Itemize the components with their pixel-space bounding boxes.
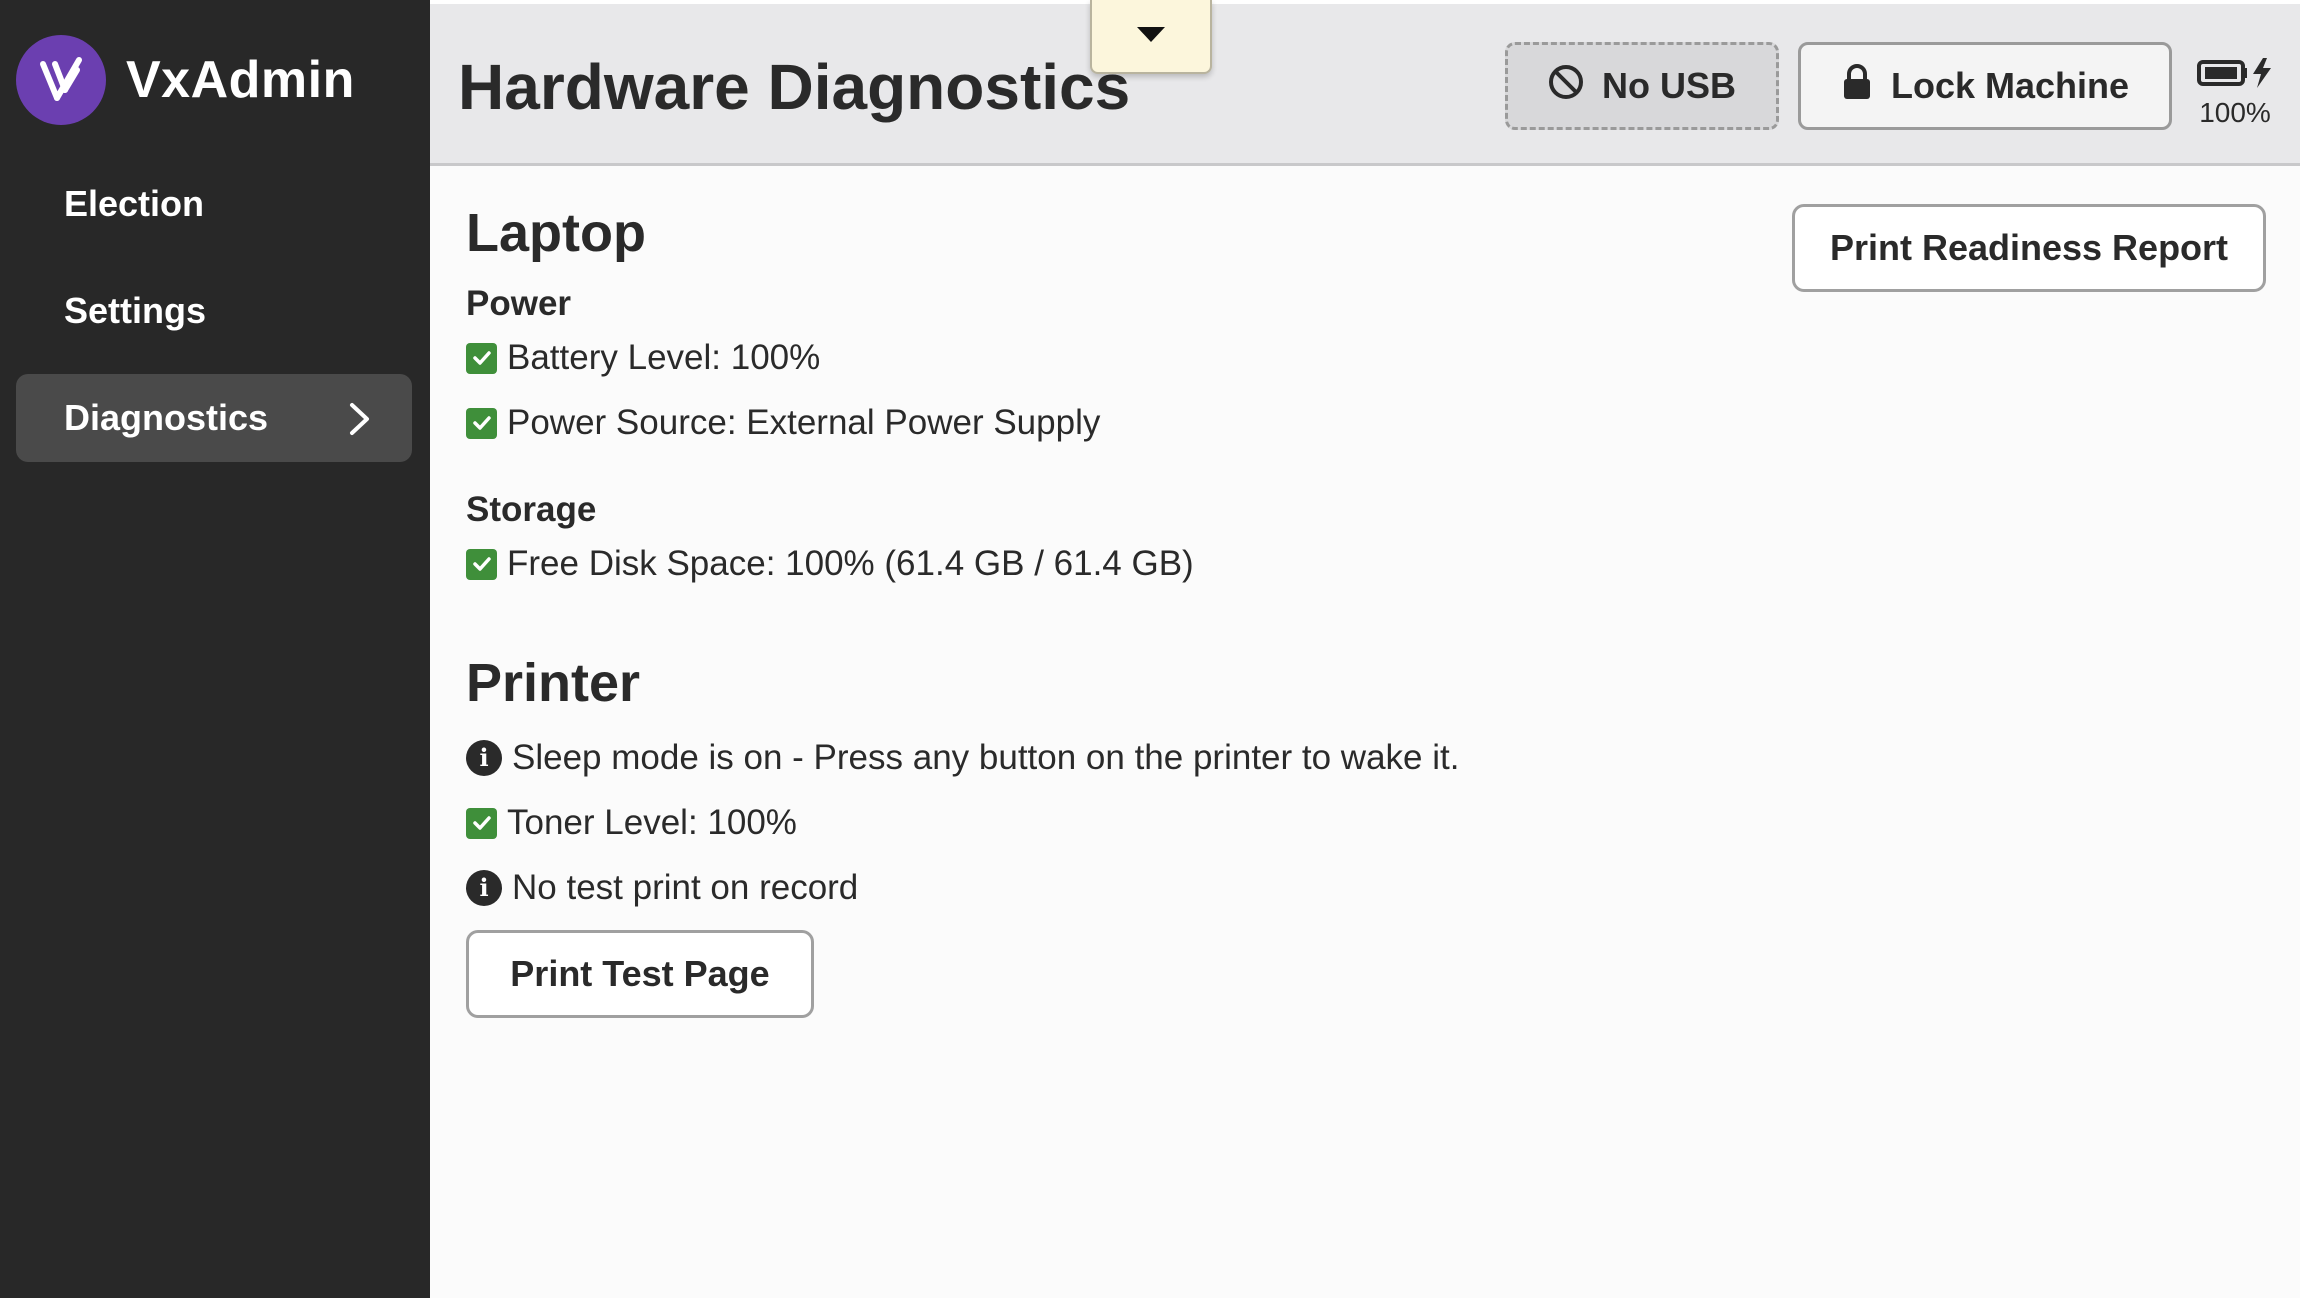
check-icon (466, 407, 497, 439)
printer-sleep-status: i Sleep mode is on - Press any button on… (466, 738, 1459, 778)
check-icon (466, 548, 497, 580)
vx-logo-icon (16, 35, 106, 125)
no-entry-icon (1548, 64, 1584, 109)
check-icon (466, 807, 497, 839)
free-disk-space-status: Free Disk Space: 100% (61.4 GB / 61.4 GB… (466, 544, 1194, 584)
laptop-section-title: Laptop (466, 203, 646, 263)
test-print-status: i No test print on record (466, 868, 858, 908)
print-readiness-report-label: Print Readiness Report (1829, 227, 2229, 268)
print-test-page-button[interactable]: Print Test Page (466, 930, 814, 1018)
info-icon: i (466, 740, 502, 776)
battery-level-text: Battery Level: 100% (507, 338, 821, 377)
chevron-right-icon (348, 402, 372, 445)
printer-sleep-text: Sleep mode is on - Press any button on t… (512, 738, 1460, 777)
sidebar-item-label: Settings (64, 290, 207, 331)
sidebar: VxAdmin Election Settings Diagnostics (0, 0, 430, 1298)
battery-charging-icon (2195, 58, 2275, 94)
print-test-page-label: Print Test Page (510, 953, 770, 994)
lock-machine-button[interactable]: Lock Machine (1798, 42, 2172, 130)
brand: VxAdmin (16, 35, 355, 125)
app-root: VxAdmin Election Settings Diagnostics Ha… (0, 0, 2300, 1298)
dev-dock-toggle[interactable] (1090, 0, 1212, 74)
print-readiness-report-button[interactable]: Print Readiness Report (1792, 204, 2266, 292)
printer-section-title: Printer (466, 653, 641, 713)
usb-status-label: No USB (1602, 65, 1736, 106)
sidebar-item-label: Election (64, 183, 205, 224)
lock-machine-label: Lock Machine (1890, 65, 2130, 106)
app-name: VxAdmin (126, 51, 355, 109)
power-subtitle: Power (466, 284, 572, 323)
lock-icon (1841, 63, 1873, 110)
power-source-text: Power Source: External Power Supply (507, 403, 1101, 442)
sidebar-item-election[interactable]: Election (16, 160, 412, 248)
sidebar-item-settings[interactable]: Settings (16, 267, 412, 355)
sidebar-item-diagnostics[interactable]: Diagnostics (16, 374, 412, 462)
sidebar-nav: Election Settings Diagnostics (16, 160, 412, 481)
main-content: Print Readiness Report Laptop Power Batt… (430, 166, 2300, 1298)
battery-indicator: 100% (2190, 56, 2280, 129)
check-icon (466, 342, 497, 374)
battery-level-status: Battery Level: 100% (466, 338, 820, 378)
free-disk-space-text: Free Disk Space: 100% (61.4 GB / 61.4 GB… (507, 544, 1194, 583)
storage-subtitle: Storage (466, 490, 597, 529)
page-title: Hardware Diagnostics (458, 51, 1131, 123)
header: Hardware Diagnostics No USB Lock Machine… (430, 0, 2300, 166)
caret-down-icon (1135, 24, 1167, 49)
battery-percent: 100% (2199, 97, 2271, 128)
toner-level-text: Toner Level: 100% (507, 803, 797, 842)
sidebar-item-label: Diagnostics (64, 397, 269, 438)
toner-level-status: Toner Level: 100% (466, 803, 797, 843)
power-source-status: Power Source: External Power Supply (466, 403, 1100, 443)
info-icon: i (466, 870, 502, 906)
test-print-text: No test print on record (512, 868, 859, 907)
usb-status-button[interactable]: No USB (1505, 42, 1779, 130)
